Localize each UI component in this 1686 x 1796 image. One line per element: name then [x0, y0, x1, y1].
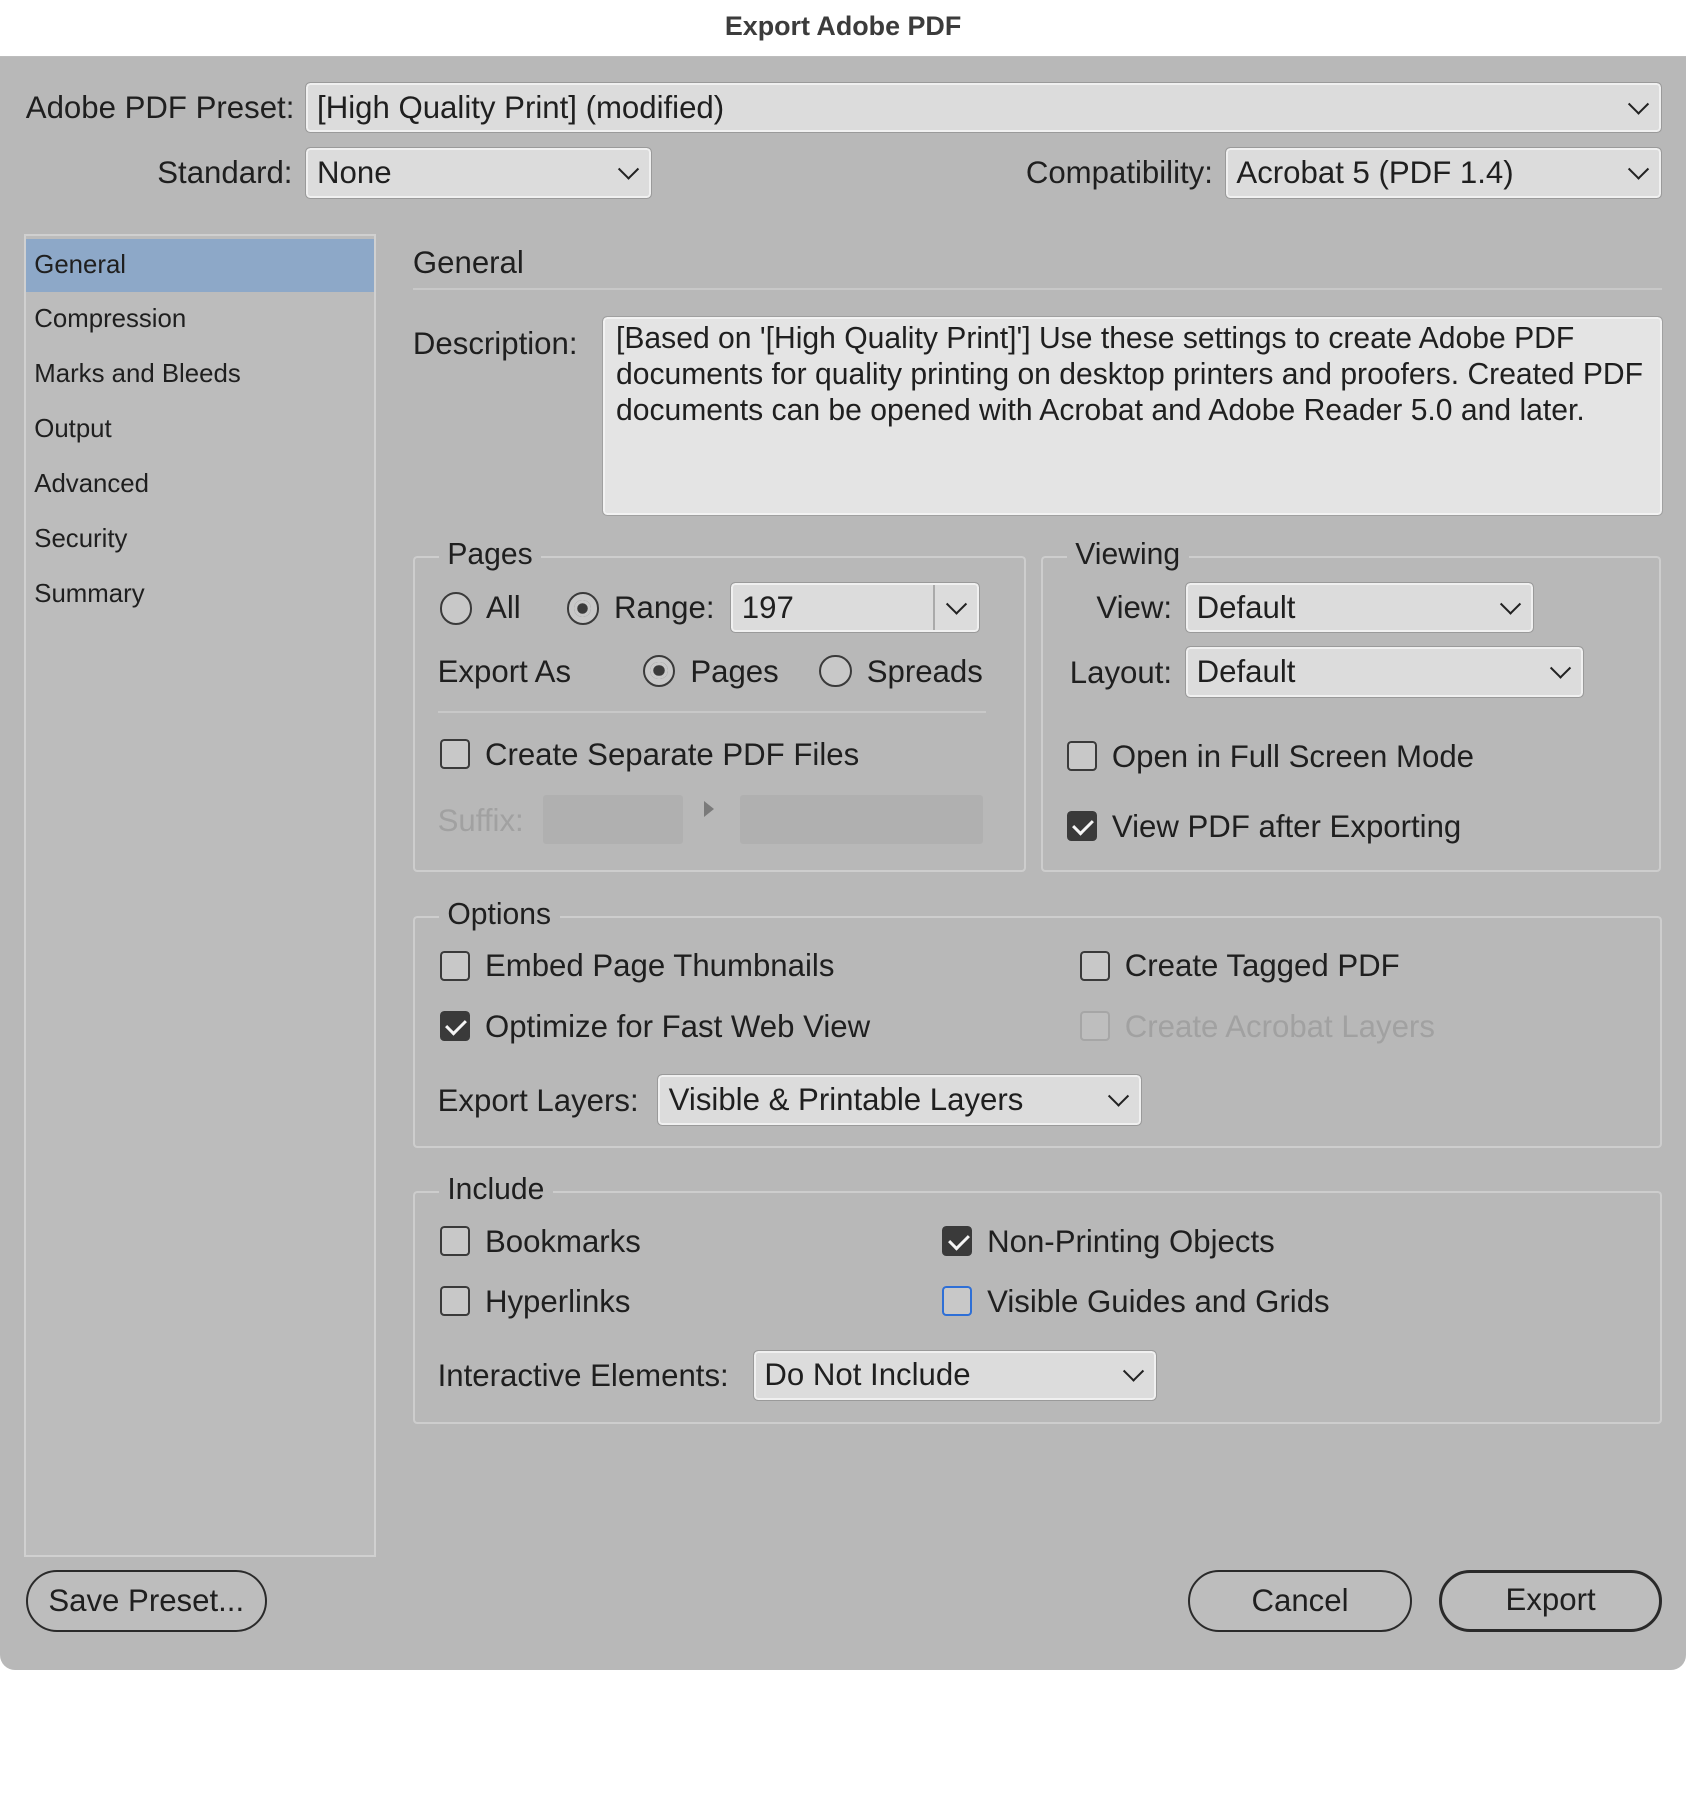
title-bar: Export Adobe PDF: [0, 0, 1686, 57]
sidebar-item-security[interactable]: Security: [26, 513, 374, 567]
description-label: Description:: [412, 325, 578, 361]
view-value: Default: [1196, 589, 1296, 625]
chevron-down-icon: [1628, 158, 1650, 180]
tagged-pdf-label: Create Tagged PDF: [1124, 948, 1400, 984]
layout-label: Layout:: [1069, 654, 1173, 690]
layout-value: Default: [1196, 654, 1296, 690]
visible-guides-checkbox[interactable]: [941, 1286, 973, 1317]
interactive-elements-value: Do Not Include: [764, 1357, 971, 1393]
include-legend: Include: [438, 1173, 553, 1208]
view-select[interactable]: Default: [1185, 581, 1535, 634]
sidebar-item-summary[interactable]: Summary: [26, 568, 374, 622]
chevron-down-icon: [1107, 1085, 1130, 1107]
suffix-field: [543, 794, 683, 845]
export-layers-label: Export Layers:: [437, 1082, 639, 1118]
pages-legend: Pages: [438, 537, 542, 572]
visible-guides-label: Visible Guides and Grids: [987, 1283, 1330, 1319]
range-value: 197: [741, 589, 794, 625]
viewing-legend: Viewing: [1066, 537, 1189, 572]
export-pages-label: Pages: [690, 653, 779, 689]
export-spreads-label: Spreads: [866, 653, 983, 689]
range-label: Range:: [613, 590, 715, 626]
hyperlinks-checkbox[interactable]: [439, 1286, 470, 1317]
all-radio[interactable]: [439, 592, 473, 625]
all-label: All: [486, 590, 521, 626]
category-sidebar: General Compression Marks and Bleeds Out…: [23, 234, 377, 1558]
save-preset-button[interactable]: Save Preset...: [25, 1569, 267, 1633]
separate-pdf-checkbox[interactable]: [439, 738, 470, 769]
view-after-export-checkbox[interactable]: [1066, 810, 1097, 841]
view-label: View:: [1096, 590, 1173, 626]
window-title: Export Adobe PDF: [724, 10, 962, 41]
sidebar-item-advanced[interactable]: Advanced: [26, 458, 374, 512]
section-divider: [412, 288, 1663, 291]
chevron-down-icon: [1500, 593, 1522, 615]
preset-value: [High Quality Print] (modified): [317, 89, 725, 125]
cancel-button[interactable]: Cancel: [1188, 1569, 1412, 1633]
suffix-label: Suffix:: [437, 803, 524, 839]
suffix-token-field: [739, 794, 983, 845]
compatibility-select[interactable]: Acrobat 5 (PDF 1.4): [1224, 147, 1663, 199]
bookmarks-label: Bookmarks: [484, 1223, 641, 1259]
hyperlinks-label: Hyperlinks: [484, 1283, 631, 1319]
range-combo[interactable]: 197: [730, 581, 980, 634]
interactive-elements-select[interactable]: Do Not Include: [752, 1349, 1157, 1402]
pages-divider: [437, 710, 987, 713]
sidebar-item-output[interactable]: Output: [26, 403, 374, 457]
interactive-elements-label: Interactive Elements:: [437, 1358, 729, 1394]
description-text: [Based on '[High Quality Print]'] Use th…: [602, 316, 1664, 517]
fullscreen-checkbox[interactable]: [1066, 740, 1097, 771]
chevron-down-icon: [1628, 93, 1650, 115]
export-button[interactable]: Export: [1438, 1569, 1663, 1633]
acrobat-layers-label: Create Acrobat Layers: [1124, 1008, 1435, 1044]
bookmarks-checkbox[interactable]: [439, 1225, 470, 1256]
fast-web-view-label: Optimize for Fast Web View: [484, 1008, 871, 1044]
range-radio[interactable]: [566, 592, 599, 625]
export-layers-value: Visible & Printable Layers: [668, 1082, 1024, 1118]
chevron-down-icon: [1122, 1360, 1145, 1383]
fullscreen-label: Open in Full Screen Mode: [1111, 738, 1474, 774]
view-after-export-label: View PDF after Exporting: [1111, 808, 1462, 844]
compatibility-value: Acrobat 5 (PDF 1.4): [1236, 155, 1514, 191]
options-legend: Options: [438, 897, 560, 932]
standard-label: Standard:: [157, 154, 293, 190]
fast-web-view-checkbox[interactable]: [439, 1010, 470, 1041]
standard-select[interactable]: None: [305, 147, 652, 199]
chevron-down-icon: [617, 158, 639, 180]
standard-value: None: [317, 155, 392, 191]
tagged-pdf-checkbox[interactable]: [1079, 950, 1110, 981]
export-layers-select[interactable]: Visible & Printable Layers: [657, 1074, 1142, 1126]
section-title: General: [412, 245, 524, 281]
sidebar-item-marks-and-bleeds[interactable]: Marks and Bleeds: [26, 348, 374, 402]
sidebar-item-general[interactable]: General: [25, 238, 375, 293]
embed-thumbnails-label: Embed Page Thumbnails: [484, 948, 835, 984]
chevron-down-icon: [1549, 657, 1572, 679]
preset-label: Adobe PDF Preset:: [25, 90, 295, 126]
export-spreads-radio[interactable]: [819, 654, 852, 688]
layout-select[interactable]: Default: [1185, 646, 1584, 698]
triangle-right-icon: [704, 801, 715, 818]
compatibility-label: Compatibility:: [1025, 154, 1213, 190]
non-printing-objects-checkbox[interactable]: [941, 1225, 973, 1256]
embed-thumbnails-checkbox[interactable]: [439, 950, 470, 981]
combo-divider: [933, 584, 936, 630]
sidebar-item-compression[interactable]: Compression: [26, 293, 374, 347]
preset-select[interactable]: [High Quality Print] (modified): [305, 81, 1663, 134]
non-printing-objects-label: Non-Printing Objects: [987, 1223, 1275, 1259]
separate-pdf-label: Create Separate PDF Files: [484, 736, 860, 772]
acrobat-layers-checkbox: [1079, 1010, 1110, 1041]
chevron-down-icon[interactable]: [945, 593, 967, 615]
export-as-label: Export As: [437, 653, 572, 689]
